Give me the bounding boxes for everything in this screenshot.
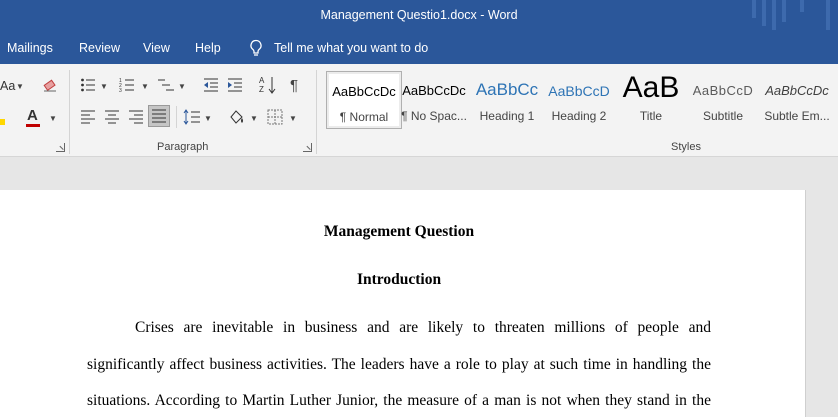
paragraph-group-label: Paragraph: [157, 141, 209, 153]
line-spacing-icon[interactable]: [183, 109, 201, 125]
chevron-down-icon[interactable]: ▼: [178, 82, 186, 91]
tab-review[interactable]: Review: [79, 41, 120, 55]
style-name: Heading 1: [479, 109, 535, 123]
style-preview: AaBbCcD: [548, 83, 610, 99]
style-name: ¶ No Spac...: [401, 109, 467, 123]
tab-mailings[interactable]: Mailings: [7, 41, 53, 55]
svg-text:3: 3: [119, 88, 122, 93]
highlight-color-swatch[interactable]: [0, 119, 5, 125]
tab-help[interactable]: Help: [195, 41, 221, 55]
tab-view[interactable]: View: [143, 41, 170, 55]
paragraph-dialog-launcher-icon[interactable]: [303, 143, 312, 152]
chevron-down-icon[interactable]: ▼: [49, 114, 57, 123]
svg-text:Z: Z: [259, 85, 264, 94]
style-heading-2[interactable]: AaBbCcD Heading 2: [542, 71, 616, 127]
style-preview: AaBbCc: [475, 80, 539, 99]
style-subtitle[interactable]: AaBbCcD Subtitle: [686, 71, 760, 127]
style-no-spacing[interactable]: AaBbCcDc ¶ No Spac...: [397, 71, 471, 127]
align-center-icon[interactable]: [104, 109, 120, 125]
style-subtle-emphasis[interactable]: AaBbCcDc Subtle Em...: [760, 71, 834, 127]
style-preview: AaB: [622, 71, 680, 104]
title-bar-decoration: [800, 0, 804, 12]
align-left-icon[interactable]: [80, 109, 96, 125]
title-bar-decoration: [762, 0, 766, 26]
body-line: significantly affect business activities…: [87, 356, 711, 373]
title-bar-decoration: [826, 0, 830, 30]
group-separator: [69, 70, 70, 154]
borders-icon[interactable]: [267, 109, 283, 125]
style-heading-1[interactable]: AaBbCc Heading 1: [470, 71, 544, 127]
font-color-swatch: [26, 124, 40, 127]
shading-icon[interactable]: [228, 108, 246, 126]
change-case-button[interactable]: Aa: [0, 79, 15, 93]
bullets-icon[interactable]: [80, 77, 96, 93]
group-separator: [176, 106, 177, 128]
align-right-icon[interactable]: [128, 109, 144, 125]
show-formatting-marks-icon[interactable]: ¶: [290, 77, 298, 94]
title-bar-decoration: [772, 0, 776, 30]
increase-indent-icon[interactable]: [227, 77, 243, 93]
tell-me-search[interactable]: Tell me what you want to do: [248, 39, 428, 57]
chevron-down-icon[interactable]: ▼: [204, 114, 212, 123]
title-bar: Management Questio1.docx - Word: [0, 0, 838, 33]
body-line: situations. According to Martin Luther J…: [87, 392, 711, 409]
style-preview: AaBbCcDc: [765, 83, 829, 98]
styles-group-label: Styles: [671, 141, 701, 153]
style-name: Title: [639, 109, 663, 123]
title-bar-decoration: [782, 0, 786, 22]
tell-me-text: Tell me what you want to do: [274, 41, 429, 55]
document-title: Management Question: [323, 223, 475, 240]
style-name: Subtle Em...: [764, 109, 830, 123]
group-separator: [316, 70, 317, 154]
style-name: ¶ Normal: [339, 110, 389, 124]
style-preview: AaBbCcD: [692, 83, 754, 98]
sort-icon[interactable]: A Z: [259, 75, 277, 95]
font-color-icon[interactable]: A: [27, 107, 38, 124]
justify-icon: [152, 109, 166, 123]
style-name: Subtitle: [702, 109, 744, 123]
window-title: Management Questio1.docx - Word: [320, 8, 518, 22]
chevron-down-icon[interactable]: ▼: [250, 114, 258, 123]
style-preview: AaBbCcDc: [332, 84, 396, 99]
chevron-down-icon[interactable]: ▼: [16, 82, 24, 91]
ribbon-tabs: Mailings Review View Help Tell me what y…: [0, 33, 838, 64]
chevron-down-icon[interactable]: ▼: [289, 114, 297, 123]
section-heading: Introduction: [356, 271, 442, 288]
style-normal[interactable]: AaBbCcDc ¶ Normal: [326, 71, 402, 129]
decrease-indent-icon[interactable]: [203, 77, 219, 93]
document-page[interactable]: Management Question Introduction Crises …: [0, 190, 806, 417]
style-title[interactable]: AaB Title: [614, 71, 688, 127]
title-bar-decoration: [752, 0, 756, 18]
chevron-down-icon[interactable]: ▼: [100, 82, 108, 91]
justify-button[interactable]: [148, 105, 170, 127]
numbering-icon[interactable]: 1 2 3: [119, 77, 135, 93]
ribbon-body: Aa ▼ A ▼ ▼ 1 2 3 ▼ ▼ A Z ¶ ▼ ▼ ▼ Paragra…: [0, 64, 838, 157]
lightbulb-icon: [250, 39, 262, 56]
chevron-down-icon[interactable]: ▼: [141, 82, 149, 91]
svg-text:A: A: [259, 76, 265, 85]
font-dialog-launcher-icon[interactable]: [56, 143, 65, 152]
style-preview: AaBbCcDc: [402, 83, 466, 98]
clear-formatting-icon[interactable]: [42, 77, 58, 93]
style-name: Heading 2: [551, 109, 607, 123]
body-line: Crises are inevitable in business and ar…: [135, 319, 711, 336]
multilevel-list-icon[interactable]: [157, 77, 175, 93]
